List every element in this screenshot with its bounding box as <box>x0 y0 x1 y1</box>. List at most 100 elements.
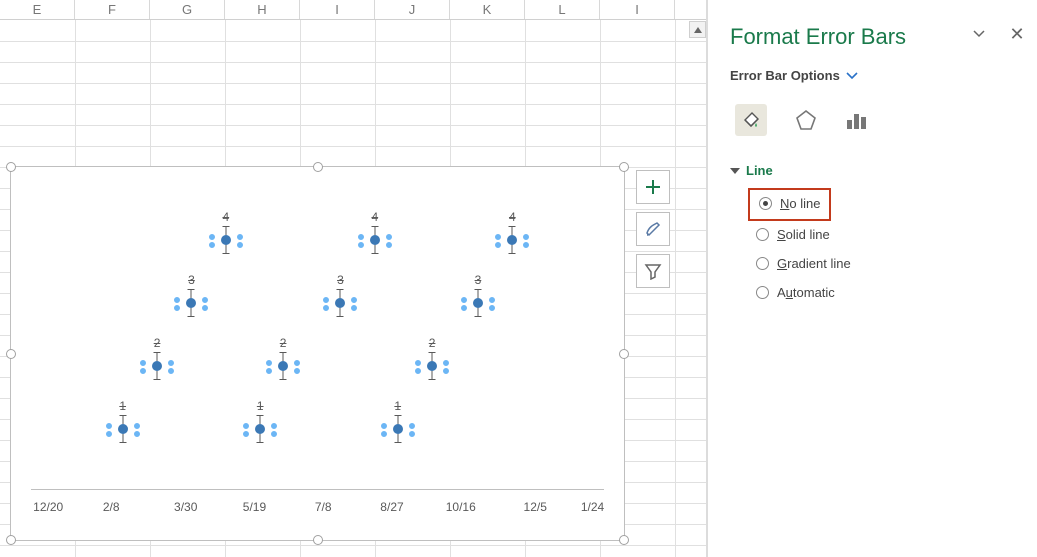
selection-marker-icon <box>380 422 388 430</box>
fill-line-tab[interactable] <box>735 104 767 136</box>
solid-line-radio[interactable]: Solid line <box>748 221 1019 248</box>
selection-marker-icon <box>293 359 301 367</box>
data-label[interactable]: 3 <box>188 273 195 287</box>
resize-handle-icon[interactable] <box>6 349 16 359</box>
selection-marker-icon <box>105 422 113 430</box>
column-header[interactable]: J <box>375 0 450 19</box>
selection-marker-icon <box>350 304 358 312</box>
column-header[interactable]: I <box>600 0 675 19</box>
data-label[interactable]: 2 <box>154 336 161 350</box>
automatic-radio[interactable]: Automatic <box>748 279 1019 306</box>
selection-marker-icon <box>414 359 422 367</box>
x-tick-label: 10/16 <box>446 500 476 514</box>
column-header[interactable]: F <box>75 0 150 19</box>
resize-handle-icon[interactable] <box>313 162 323 172</box>
x-tick-label: 2/8 <box>103 500 120 514</box>
data-label[interactable]: 3 <box>337 273 344 287</box>
column-header[interactable]: E <box>0 0 75 19</box>
x-tick-label: 12/5 <box>524 500 547 514</box>
close-pane-button[interactable]: ✕ <box>1007 24 1027 44</box>
selection-marker-icon <box>322 296 330 304</box>
data-label[interactable]: 1 <box>394 399 401 413</box>
selection-marker-icon <box>414 367 422 375</box>
x-axis-labels: 12/202/83/305/197/88/2710/1612/51/24 <box>31 500 604 520</box>
selection-marker-icon <box>488 304 496 312</box>
selection-marker-icon <box>139 359 147 367</box>
resize-handle-icon[interactable] <box>619 349 629 359</box>
data-label[interactable]: 4 <box>222 210 229 224</box>
data-point[interactable] <box>255 424 265 434</box>
resize-handle-icon[interactable] <box>313 535 323 545</box>
error-bar-options-label: Error Bar Options <box>730 68 840 83</box>
gradient-line-radio[interactable]: Gradient line <box>748 250 1019 277</box>
selection-marker-icon <box>522 233 530 241</box>
bar-options-tab[interactable] <box>840 104 872 136</box>
x-tick-label: 12/20 <box>33 500 63 514</box>
solid-line-label: Solid line <box>777 227 830 242</box>
selection-marker-icon <box>236 241 244 249</box>
resize-handle-icon[interactable] <box>6 162 16 172</box>
data-point[interactable] <box>370 235 380 245</box>
selection-marker-icon <box>133 422 141 430</box>
worksheet-area[interactable]: EFGHIJKLI 111222333444 12/202/83/305/197… <box>0 0 707 557</box>
resize-handle-icon[interactable] <box>6 535 16 545</box>
data-label[interactable]: 2 <box>280 336 287 350</box>
resize-handle-icon[interactable] <box>619 535 629 545</box>
selection-marker-icon <box>173 304 181 312</box>
selection-marker-icon <box>357 233 365 241</box>
column-headers: EFGHIJKLI <box>0 0 706 20</box>
selection-marker-icon <box>460 296 468 304</box>
selection-marker-icon <box>173 296 181 304</box>
data-point[interactable] <box>473 298 483 308</box>
data-point[interactable] <box>427 361 437 371</box>
chart-styles-button[interactable] <box>636 212 670 246</box>
chevron-down-icon <box>846 71 858 81</box>
data-point[interactable] <box>152 361 162 371</box>
chart-filters-button[interactable] <box>636 254 670 288</box>
data-label[interactable]: 1 <box>257 399 264 413</box>
selection-marker-icon <box>270 430 278 438</box>
data-point[interactable] <box>278 361 288 371</box>
selection-marker-icon <box>133 430 141 438</box>
data-label[interactable]: 3 <box>475 273 482 287</box>
data-point[interactable] <box>186 298 196 308</box>
data-point[interactable] <box>221 235 231 245</box>
column-header[interactable]: K <box>450 0 525 19</box>
column-header[interactable]: L <box>525 0 600 19</box>
no-line-radio[interactable]: No line <box>757 194 822 213</box>
data-label[interactable]: 4 <box>509 210 516 224</box>
selection-marker-icon <box>408 430 416 438</box>
data-point[interactable] <box>507 235 517 245</box>
gradient-line-label: Gradient line <box>777 256 851 271</box>
data-label[interactable]: 1 <box>119 399 126 413</box>
error-bar-options-dropdown[interactable]: Error Bar Options <box>730 68 1019 83</box>
scroll-up-button[interactable] <box>689 21 706 38</box>
selection-marker-icon <box>167 367 175 375</box>
data-point[interactable] <box>335 298 345 308</box>
selection-marker-icon <box>357 241 365 249</box>
selection-marker-icon <box>385 233 393 241</box>
x-tick-label: 5/19 <box>243 500 266 514</box>
column-header[interactable]: H <box>225 0 300 19</box>
data-label[interactable]: 4 <box>371 210 378 224</box>
chart-object[interactable]: 111222333444 12/202/83/305/197/88/2710/1… <box>10 166 625 541</box>
bar-chart-icon <box>844 108 868 132</box>
column-header[interactable]: G <box>150 0 225 19</box>
line-section-header[interactable]: Line <box>730 163 1019 178</box>
data-point[interactable] <box>393 424 403 434</box>
data-label[interactable]: 2 <box>429 336 436 350</box>
selection-marker-icon <box>201 304 209 312</box>
selection-marker-icon <box>350 296 358 304</box>
plot-area[interactable]: 1 1 1 2 2 2 3 3 3 4 4 4 <box>31 177 604 490</box>
task-pane-options-button[interactable] <box>969 24 989 44</box>
resize-handle-icon[interactable] <box>619 162 629 172</box>
selection-marker-icon <box>167 359 175 367</box>
effects-tab[interactable] <box>790 104 822 136</box>
selection-marker-icon <box>208 233 216 241</box>
chart-elements-button[interactable] <box>636 170 670 204</box>
pentagon-icon <box>794 108 818 132</box>
paint-bucket-icon <box>739 108 763 132</box>
data-point[interactable] <box>118 424 128 434</box>
column-header[interactable]: I <box>300 0 375 19</box>
collapse-triangle-icon <box>730 168 740 174</box>
